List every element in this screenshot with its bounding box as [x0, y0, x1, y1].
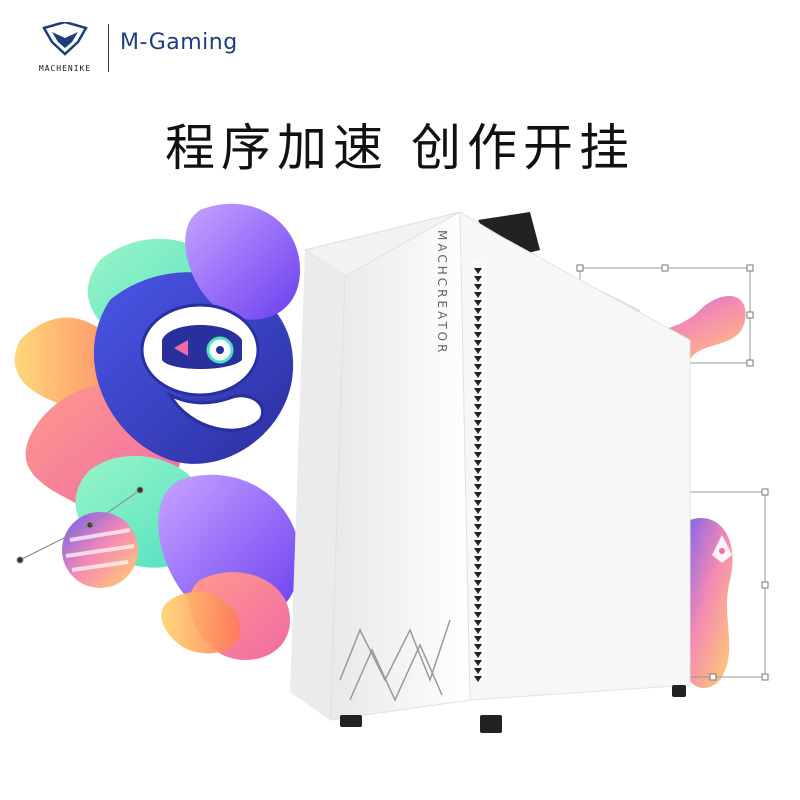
crop-icon: [690, 280, 708, 298]
headline: 程序加速 创作开挂: [165, 119, 635, 177]
case-side-label: MACHCREATOR: [435, 230, 449, 355]
case-foot: [480, 715, 502, 733]
brand-name: M-Gaming: [120, 30, 238, 55]
product-illustration: MACHCREATOR: [14, 203, 769, 733]
logo-text: MACHENIKE: [38, 64, 92, 73]
case-foot: [340, 715, 362, 727]
pc-case: [290, 211, 691, 733]
header: MACHENIKE M-Gaming: [0, 0, 800, 90]
logo-mark-icon: [42, 22, 88, 56]
planet: [62, 512, 138, 588]
header-divider: [108, 24, 109, 72]
logo: MACHENIKE: [30, 20, 100, 82]
case-foot: [672, 685, 686, 697]
case-panel: [459, 211, 691, 701]
